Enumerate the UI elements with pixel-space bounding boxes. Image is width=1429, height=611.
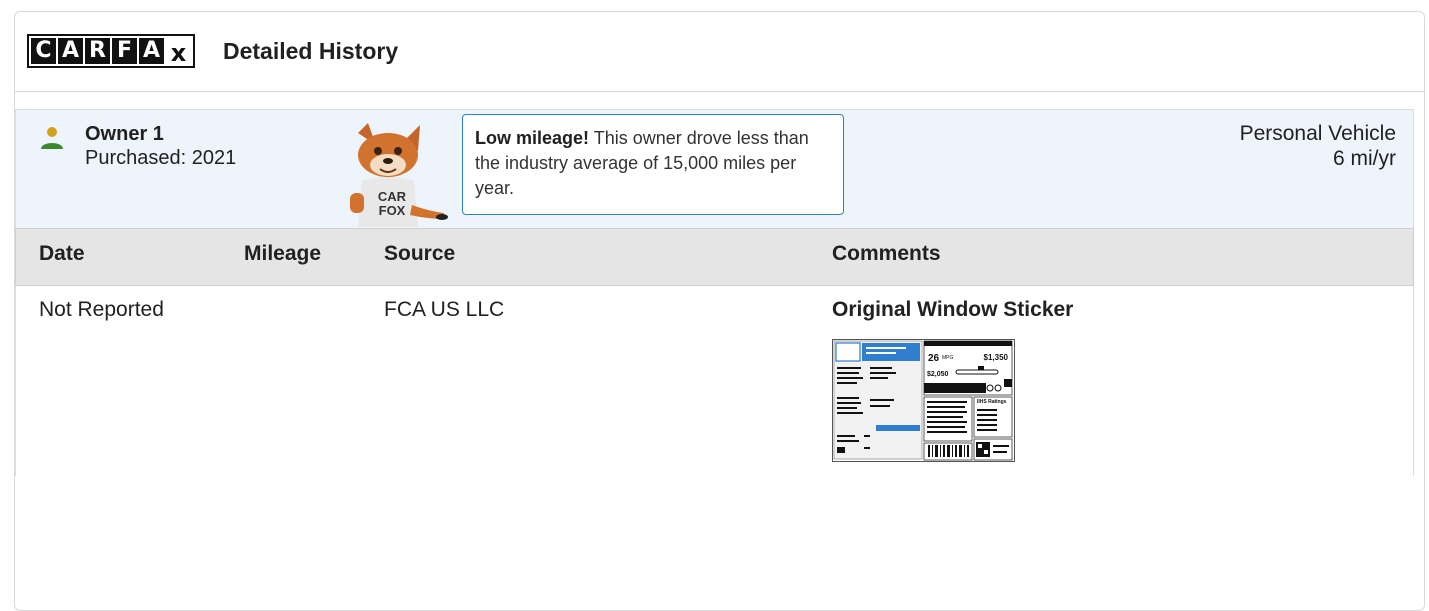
- column-date: Date: [39, 242, 85, 265]
- purchase-year: Purchased: 2021: [85, 147, 237, 169]
- fox-shirt-text: CAR: [378, 189, 407, 204]
- column-source: Source: [384, 242, 456, 265]
- miles-per-year: 6 mi/yr: [1333, 147, 1396, 170]
- logo-letter: R: [85, 38, 110, 64]
- vehicle-type: Personal Vehicle: [1239, 122, 1396, 145]
- sticker-ratings-label: IIHS Ratings: [977, 399, 1007, 405]
- detailed-history-panel: C A R F A x Detailed History Owner 1 Pur…: [14, 11, 1425, 611]
- sticker-price-left: $2,050: [927, 371, 949, 378]
- sticker-mpg-unit: MPG: [942, 355, 954, 361]
- logo-letter: A: [139, 38, 164, 64]
- row-source: FCA US LLC: [384, 298, 505, 321]
- column-comments: Comments: [832, 242, 941, 265]
- owner-name: Owner 1: [85, 123, 164, 145]
- column-mileage: Mileage: [244, 242, 322, 265]
- logo-letter: A: [58, 38, 83, 64]
- history-table-header: Date Mileage Source Comments: [15, 228, 1414, 286]
- logo-letter: F: [112, 38, 137, 64]
- window-sticker-title: Original Window Sticker: [832, 298, 1074, 321]
- carfax-logo: C A R F A x: [27, 34, 195, 68]
- sticker-price-right: $1,350: [984, 353, 1009, 362]
- person-icon: [41, 127, 63, 149]
- fox-shirt-text: FOX: [379, 203, 406, 218]
- table-row: Not Reported FCA US LLC Original Window …: [15, 286, 1414, 476]
- window-sticker-thumbnail[interactable]: 26 MPG $1,350 $2,050 IIHS Ratings: [832, 339, 1015, 462]
- logo-letter: x: [166, 38, 191, 67]
- owner-summary: Owner 1 Purchased: 2021 CAR FOX Low mile…: [15, 109, 1414, 228]
- sticker-mpg: 26: [928, 353, 940, 364]
- page-title: Detailed History: [223, 38, 399, 64]
- logo-letter: C: [31, 38, 56, 64]
- callout-heading: Low mileage!: [475, 128, 590, 148]
- row-date: Not Reported: [39, 298, 164, 321]
- panel-header: C A R F A x Detailed History: [15, 12, 1424, 92]
- carfox-mascot-icon: CAR FOX: [350, 123, 448, 227]
- low-mileage-callout: Low mileage! This owner drove less than …: [462, 114, 844, 215]
